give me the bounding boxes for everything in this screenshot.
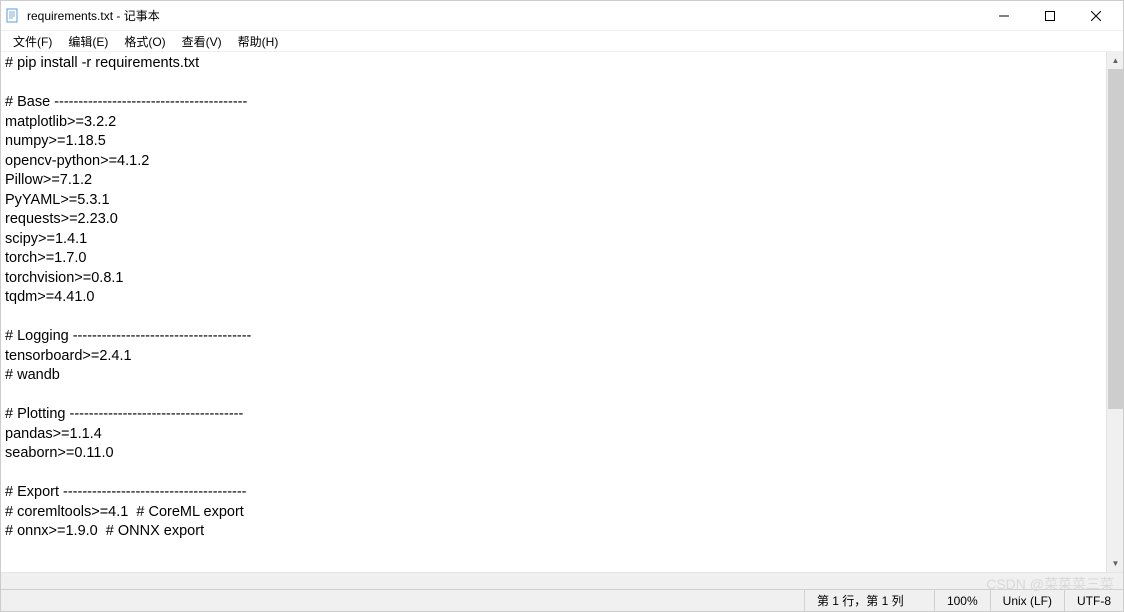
window-controls	[981, 1, 1119, 31]
maximize-button[interactable]	[1027, 1, 1073, 31]
status-encoding: UTF-8	[1064, 590, 1123, 611]
menubar: 文件(F) 编辑(E) 格式(O) 查看(V) 帮助(H)	[1, 31, 1123, 52]
menu-help[interactable]: 帮助(H)	[230, 31, 287, 52]
text-editor[interactable]: # pip install -r requirements.txt # Base…	[1, 52, 1106, 572]
menu-view[interactable]: 查看(V)	[174, 31, 230, 52]
status-zoom: 100%	[934, 590, 990, 611]
scrollbar-thumb[interactable]	[1108, 69, 1123, 409]
menu-edit[interactable]: 编辑(E)	[60, 31, 116, 52]
scroll-up-icon[interactable]: ▲	[1107, 52, 1123, 69]
content-area: # pip install -r requirements.txt # Base…	[1, 52, 1123, 572]
scrollbar-track[interactable]	[1107, 69, 1123, 555]
app-icon	[5, 8, 21, 24]
menu-file[interactable]: 文件(F)	[5, 31, 60, 52]
close-button[interactable]	[1073, 1, 1119, 31]
minimize-button[interactable]	[981, 1, 1027, 31]
statusbar: 第 1 行，第 1 列 100% Unix (LF) UTF-8	[1, 589, 1123, 611]
status-position: 第 1 行，第 1 列	[804, 590, 934, 611]
notepad-window: requirements.txt - 记事本 文件(F) 编辑(E) 格式(O)…	[0, 0, 1124, 612]
titlebar: requirements.txt - 记事本	[1, 1, 1123, 31]
scroll-down-icon[interactable]: ▼	[1107, 555, 1123, 572]
status-line-ending: Unix (LF)	[990, 590, 1064, 611]
horizontal-scrollbar[interactable]	[1, 572, 1123, 589]
vertical-scrollbar[interactable]: ▲ ▼	[1106, 52, 1123, 572]
menu-format[interactable]: 格式(O)	[116, 31, 173, 52]
window-title: requirements.txt - 记事本	[27, 7, 981, 24]
